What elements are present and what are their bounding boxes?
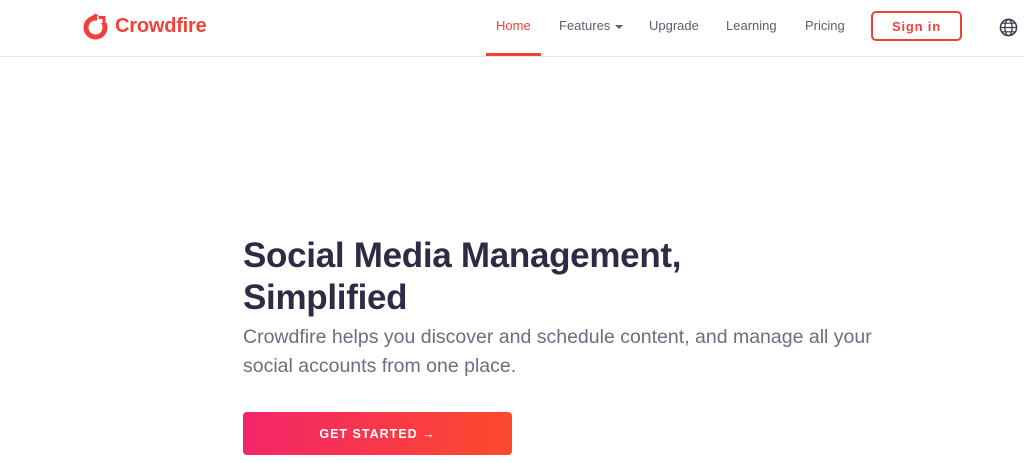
nav-active-indicator [486, 53, 541, 56]
hero-section: Social Media Management, Simplified Crow… [243, 235, 943, 381]
globe-icon[interactable] [999, 18, 1018, 37]
nav-upgrade[interactable]: Upgrade [649, 18, 699, 33]
nav-learning[interactable]: Learning [726, 18, 777, 33]
nav-features[interactable]: Features [559, 18, 624, 33]
crowdfire-logo-icon [83, 13, 108, 40]
top-navbar: Crowdfire Home Features Upgrade Learning… [0, 0, 1024, 57]
nav-pricing[interactable]: Pricing [805, 18, 845, 33]
caret-down-icon [615, 24, 624, 29]
sign-in-button[interactable]: Sign in [871, 11, 962, 41]
brand-name: Crowdfire [115, 15, 207, 37]
hero-subtitle: Crowdfire helps you discover and schedul… [243, 326, 872, 377]
hero-title-line1: Social Media Management, [243, 236, 682, 275]
nav-features-label: Features [559, 18, 611, 33]
brand-home-link[interactable]: Crowdfire [82, 13, 207, 40]
get-started-button[interactable]: GET STARTED → [243, 412, 512, 455]
hero-title: Social Media Management, Simplified [243, 235, 943, 319]
nav-home[interactable]: Home [496, 18, 531, 33]
hero-title-line2: Simplified [243, 278, 408, 317]
